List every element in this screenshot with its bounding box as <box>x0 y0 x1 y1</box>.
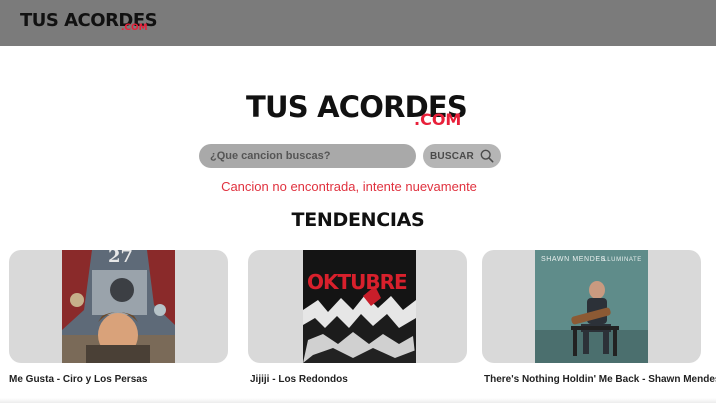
navbar-logo[interactable]: TUS ACORDES .COM <box>20 10 158 33</box>
song-caption[interactable]: Me Gusta - Ciro y Los Persas <box>9 374 147 385</box>
album-cover[interactable]: 27 <box>62 250 175 363</box>
hero-logo: TUS ACORDES .COM <box>246 90 476 134</box>
error-message: Cancion no encontrada, intente nuevament… <box>221 179 477 194</box>
hero-logo-suffix: .COM <box>414 110 462 129</box>
album-cover[interactable]: SHAWN MENDES ILLUMINATE <box>535 250 648 363</box>
trending-title: TENDENCIAS <box>291 209 425 231</box>
cover-artist-text: SHAWN MENDES <box>541 256 606 263</box>
search-button[interactable]: BUSCAR <box>423 144 501 168</box>
top-navbar: TUS ACORDES .COM <box>0 0 716 46</box>
cover-text: OKTUBRE <box>307 270 408 294</box>
album-cover[interactable]: OKTUBRE <box>303 250 416 363</box>
bottom-edge <box>0 398 716 403</box>
cover-album-text: ILLUMINATE <box>601 257 642 263</box>
search-input[interactable] <box>199 144 416 168</box>
cover-text: 27 <box>108 250 134 267</box>
song-caption[interactable]: Jijiji - Los Redondos <box>250 374 348 385</box>
search-icon <box>480 149 494 163</box>
search-button-label: BUSCAR <box>430 150 474 162</box>
song-caption[interactable]: There's Nothing Holdin' Me Back - Shawn … <box>484 374 716 385</box>
logo-suffix: .COM <box>121 23 148 33</box>
